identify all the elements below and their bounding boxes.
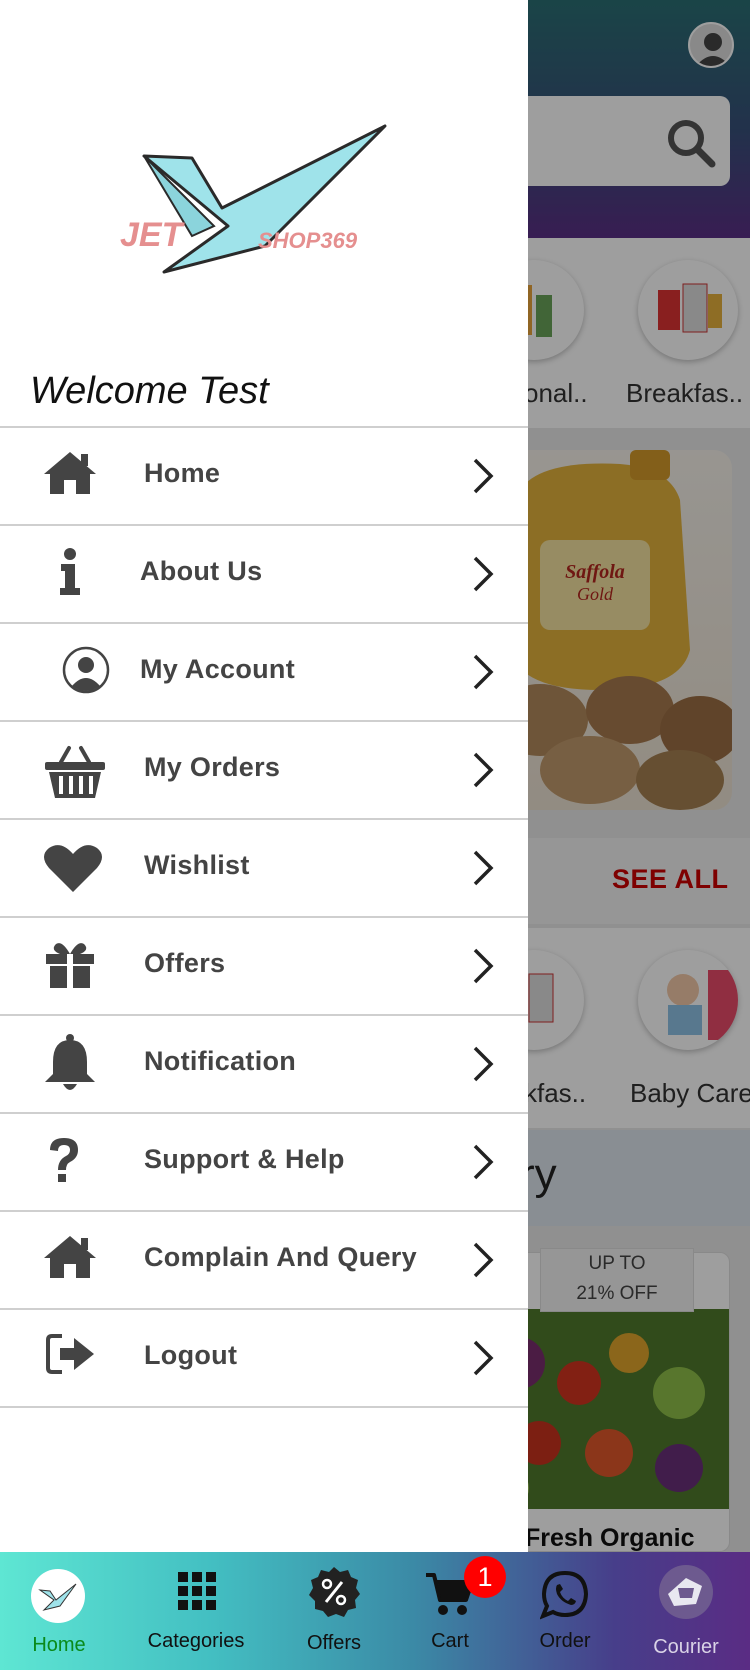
nav-order[interactable]: Order [524, 1552, 606, 1670]
user-circle-icon [56, 646, 116, 698]
nav-categories[interactable]: Categories [136, 1552, 256, 1670]
nav-label: Offers [306, 1632, 362, 1654]
menu-item-wishlist[interactable]: Wishlist [0, 820, 528, 918]
drawer-menu: Home About Us My Account My Orders Wishl… [0, 426, 528, 1408]
menu-label: Support & Help [144, 1144, 345, 1174]
nav-label: Categories [147, 1630, 245, 1652]
menu-label: My Orders [144, 752, 281, 782]
menu-item-notification[interactable]: Notification [0, 1016, 528, 1114]
cart-count-badge: 1 [464, 1556, 506, 1598]
menu-item-logout[interactable]: Logout [0, 1310, 528, 1408]
logo-icon [31, 1569, 85, 1623]
chevron-right-icon [473, 948, 494, 984]
menu-label: Wishlist [144, 850, 250, 880]
menu-label: Notification [144, 1046, 297, 1076]
nav-courier[interactable]: Courier [640, 1552, 732, 1670]
menu-label: Offers [144, 948, 226, 978]
percent-badge-icon [309, 1567, 360, 1617]
logout-icon [40, 1332, 100, 1384]
chevron-right-icon [473, 752, 494, 788]
navigation-drawer: JET SHOP369 Welcome Test Home About Us M… [0, 0, 528, 1552]
basket-icon [42, 744, 108, 798]
bottom-navigation: Home Categories Offers Cart 1 Order Cour… [0, 1552, 750, 1670]
nav-label: Home [32, 1634, 86, 1656]
heart-icon [42, 842, 104, 894]
chevron-right-icon [473, 1242, 494, 1278]
welcome-text: Welcome Test [30, 370, 269, 412]
menu-label: Complain And Query [144, 1242, 417, 1272]
menu-label: About Us [140, 556, 263, 586]
question-icon [34, 1136, 94, 1188]
grid-icon [178, 1572, 216, 1610]
chevron-right-icon [473, 1144, 494, 1180]
chevron-right-icon [473, 1340, 494, 1376]
menu-item-support-help[interactable]: Support & Help [0, 1114, 528, 1212]
chevron-right-icon [473, 1046, 494, 1082]
menu-item-my-orders[interactable]: My Orders [0, 722, 528, 820]
menu-item-complain-query[interactable]: Complain And Query [0, 1212, 528, 1310]
nav-label: Order [539, 1630, 591, 1652]
whatsapp-icon [540, 1570, 589, 1620]
chevron-right-icon [473, 850, 494, 886]
info-icon [40, 548, 100, 600]
home-icon [40, 450, 100, 502]
nav-home[interactable]: Home [14, 1552, 104, 1670]
menu-item-my-account[interactable]: My Account [0, 624, 528, 722]
nav-label: Courier [653, 1636, 719, 1658]
chevron-right-icon [473, 458, 494, 494]
menu-label: Home [144, 458, 221, 488]
menu-item-about-us[interactable]: About Us [0, 526, 528, 624]
menu-item-home[interactable]: Home [0, 428, 528, 526]
menu-item-offers[interactable]: Offers [0, 918, 528, 1016]
menu-label: My Account [140, 654, 296, 684]
bell-icon [40, 1034, 100, 1094]
chevron-right-icon [473, 654, 494, 690]
courier-icon [659, 1565, 713, 1619]
home-icon [40, 1234, 100, 1286]
logo-text-right: SHOP369 [258, 228, 358, 253]
nav-label: Cart [431, 1630, 469, 1652]
logo-text-left: JET [120, 216, 186, 254]
menu-label: Logout [144, 1340, 238, 1370]
chevron-right-icon [473, 556, 494, 592]
nav-offers[interactable]: Offers [294, 1552, 374, 1670]
jetshop-logo: JET SHOP369 [120, 124, 387, 274]
gift-icon [40, 940, 100, 992]
